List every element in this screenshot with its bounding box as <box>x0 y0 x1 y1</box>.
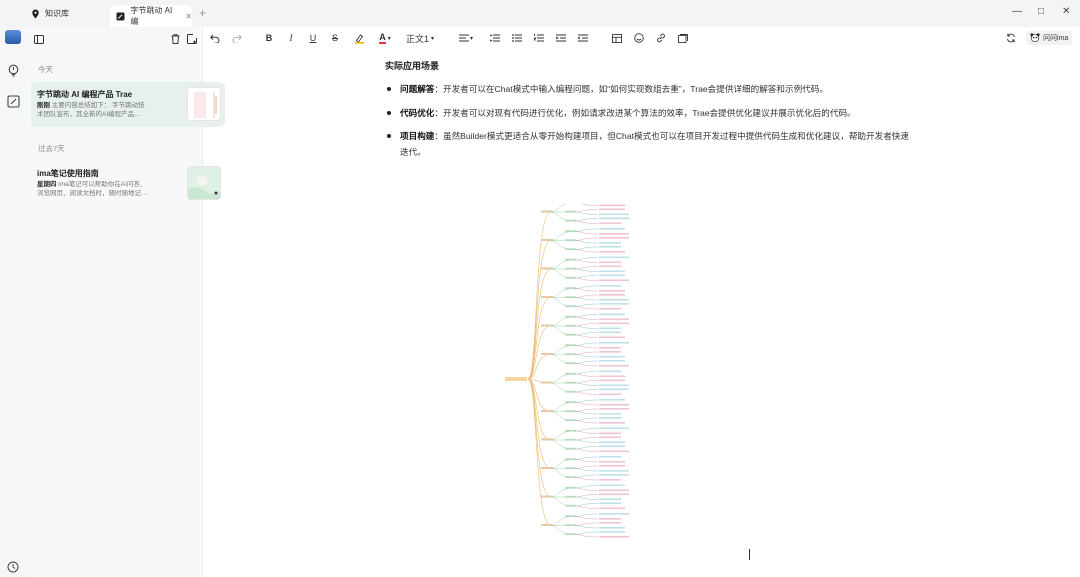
ask-ima-button[interactable]: 问问ima <box>1026 31 1073 45</box>
bullet-item: 项目构建：虽然Builder模式更适合从零开始构建项目，但Chat模式也可以在项… <box>385 128 915 160</box>
image-icon[interactable] <box>677 31 689 45</box>
editor-toolbar: B I U S A ▾ 正文1 ▾ ▾ 问问ima <box>203 27 1080 49</box>
bullet-dot <box>387 87 391 91</box>
strikethrough-icon[interactable]: S <box>329 31 341 45</box>
toggle-sidebar-icon[interactable] <box>33 33 45 45</box>
redo-icon[interactable] <box>231 31 243 45</box>
bullet-term: 代码优化 <box>400 108 435 118</box>
section-past-7-days: 过去7天 <box>38 144 65 153</box>
note-icon <box>116 11 125 21</box>
outdent-icon[interactable] <box>577 31 589 45</box>
note-title: 字节跳动 AI 编程产品 Trae <box>37 90 133 99</box>
bullet-item: 问题解答：开发者可以在Chat模式中输入编程问题，如“如何实现数组去重”，Tra… <box>385 81 915 97</box>
maximize-button[interactable]: □ <box>1038 6 1044 17</box>
note-title: ima笔记使用指南 <box>37 169 99 178</box>
sync-icon[interactable] <box>1005 31 1017 45</box>
bullet-term: 问题解答 <box>400 84 435 94</box>
section-today: 今天 <box>38 65 53 74</box>
bullet-term: 项目构建 <box>400 131 435 141</box>
history-icon[interactable] <box>5 559 21 575</box>
font-color-icon[interactable]: A ▾ <box>374 31 396 45</box>
section-heading: 实际应用场景 <box>385 61 440 71</box>
close-icon[interactable]: ✕ <box>185 12 192 21</box>
align-icon[interactable]: ▾ <box>457 31 475 45</box>
highlight-icon[interactable] <box>352 31 366 45</box>
left-rail <box>0 27 27 577</box>
bullet-text: ：虽然Builder模式更适合从零开始构建项目，但Chat模式也可以在项目开发过… <box>400 131 909 157</box>
table-icon[interactable] <box>611 31 623 45</box>
bullet-text: ：开发者可以在Chat模式中输入编程问题，如“如何实现数组去重”，Trae会提供… <box>434 84 828 94</box>
underline-icon[interactable]: U <box>307 31 319 45</box>
pin-icon <box>30 9 40 19</box>
note-snippet: 星期四 ima笔记可以帮助你在AI问答、浏览网页、阅读文档时，随时随地记… <box>37 180 155 198</box>
note-line-1: 主要内容总结如下： 字节跳动技 <box>50 102 145 109</box>
bullet-item: 代码优化：开发者可以对现有代码进行优化，例如请求改进某个算法的效率，Trae会提… <box>385 105 915 121</box>
tab-label: 知识库 <box>45 9 69 18</box>
text-cursor <box>749 549 750 560</box>
text-style-select[interactable]: 正文1 ▾ <box>405 31 435 45</box>
new-tab-button[interactable]: + <box>199 6 206 20</box>
minimize-button[interactable]: — <box>1012 6 1022 17</box>
tab-knowledge-base[interactable]: 知识库 <box>30 4 108 23</box>
list-item[interactable]: ima笔记使用指南 星期四 ima笔记可以帮助你在AI问答、浏览网页、阅读文档时… <box>31 161 225 206</box>
trash-icon[interactable] <box>169 33 181 45</box>
note-time: 星期四 <box>37 181 57 188</box>
tab-bar: 知识库 字节跳动 AI 编 ✕ + — □ ✕ <box>0 0 1080 27</box>
emoji-icon[interactable] <box>633 31 645 45</box>
bullet-dot <box>387 111 391 115</box>
text-style-label: 正文1 <box>405 33 429 44</box>
app-window: 知识库 字节跳动 AI 编 ✕ + — □ ✕ 今天 字节跳动 AI 编程产品 … <box>0 0 1080 577</box>
note-line-2: 术团队宣布，其全新的AI编程产品… <box>37 111 141 118</box>
note-line-1: ima笔记可以帮助你在AI问答、 <box>56 181 147 188</box>
edit-note-icon[interactable] <box>5 93 21 109</box>
note-time: 刚刚 <box>37 102 50 109</box>
new-note-icon[interactable] <box>186 33 198 45</box>
undo-icon[interactable] <box>209 31 221 45</box>
notes-sidebar: 今天 字节跳动 AI 编程产品 Trae 刚刚 主要内容总结如下： 字节跳动技术… <box>27 27 225 577</box>
bullet-dot <box>387 134 391 138</box>
link-icon[interactable] <box>655 31 667 45</box>
bulb-icon[interactable] <box>5 62 21 78</box>
bold-icon[interactable]: B <box>263 31 275 45</box>
note-snippet: 刚刚 主要内容总结如下： 字节跳动技术团队宣布，其全新的AI编程产品… <box>37 101 155 119</box>
panda-icon <box>1030 32 1040 44</box>
mindmap-image[interactable] <box>503 204 638 554</box>
line-spacing-icon[interactable] <box>489 31 501 45</box>
close-window-button[interactable]: ✕ <box>1062 6 1070 17</box>
numbered-list-icon[interactable] <box>533 31 545 45</box>
list-item[interactable]: 字节跳动 AI 编程产品 Trae 刚刚 主要内容总结如下： 字节跳动技术团队宣… <box>31 82 225 127</box>
note-line-2: 浏览网页、阅读文档时，随时随地记… <box>37 190 148 197</box>
indent-icon[interactable] <box>555 31 567 45</box>
avatar[interactable] <box>5 30 21 44</box>
italic-icon[interactable]: I <box>285 31 297 45</box>
document-body[interactable]: 实际应用场景 问题解答：开发者可以在Chat模式中输入编程问题，如“如何实现数组… <box>203 49 1080 577</box>
tab-active-note[interactable]: 字节跳动 AI 编 ✕ <box>110 5 192 27</box>
ask-ima-label: 问问ima <box>1043 35 1069 42</box>
tab-label: 字节跳动 AI 编 <box>130 6 173 26</box>
bullet-text: ：开发者可以对现有代码进行优化，例如请求改进某个算法的效率，Trae会提供优化建… <box>434 108 856 118</box>
bullet-list-icon[interactable] <box>511 31 523 45</box>
